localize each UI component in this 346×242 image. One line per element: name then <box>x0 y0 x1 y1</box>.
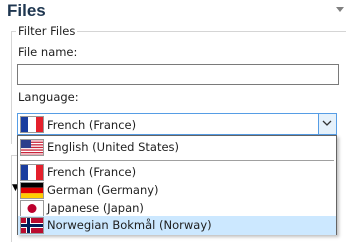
flag-germany-icon <box>20 182 44 199</box>
list-item-label: French (France) <box>47 165 137 179</box>
list-item-label: Japanese (Japan) <box>47 201 144 215</box>
list-item-german-germany[interactable]: German (Germany) <box>18 181 336 200</box>
language-label: Language: <box>18 90 79 104</box>
file-name-label: File name: <box>18 45 78 59</box>
list-separator <box>20 160 334 161</box>
flag-japan-icon <box>20 200 44 217</box>
list-item-label: German (Germany) <box>47 183 159 197</box>
list-item-label: English (United States) <box>47 140 180 154</box>
language-dropdown-list: English (United States) French (France) … <box>17 135 337 235</box>
collapse-arrow-icon[interactable] <box>336 7 344 12</box>
language-combobox[interactable]: French (France) <box>17 113 337 135</box>
language-selected-label: French (France) <box>47 118 137 132</box>
list-item-label: Norwegian Bokmål (Norway) <box>47 218 212 232</box>
flag-usa-icon <box>20 139 44 156</box>
list-item-french-france[interactable]: French (France) <box>18 163 336 182</box>
flag-france-icon <box>20 164 44 181</box>
panel-title: Files <box>7 1 46 20</box>
filter-group-label: Filter Files <box>16 24 78 38</box>
file-name-input[interactable] <box>17 64 339 85</box>
flag-norway-icon <box>20 217 44 234</box>
dropdown-button[interactable] <box>318 114 336 134</box>
flag-france-icon <box>20 116 44 133</box>
list-item-english-us[interactable]: English (United States) <box>18 138 336 157</box>
list-item-norwegian-norway[interactable]: Norwegian Bokmål (Norway) <box>18 216 336 235</box>
